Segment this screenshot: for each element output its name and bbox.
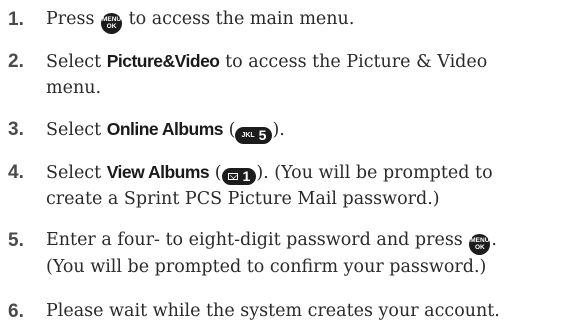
jkl-5-key-icon: JKL 5	[235, 127, 273, 144]
step-text-after: to access the Picture & Video	[219, 52, 488, 72]
step-text-before: Select	[46, 163, 107, 183]
menu-item-name: View Albums	[106, 162, 210, 182]
step-number: 5.	[8, 230, 24, 251]
step-text: Select Picture&Video to access the Pictu…	[46, 49, 561, 75]
step-text-after: ). (You will be prompted to	[256, 163, 493, 183]
step-number: 1.	[8, 9, 24, 30]
step-text: Select Online Albums (JKL 5).	[46, 119, 285, 144]
step-number: 3.	[8, 119, 24, 140]
step-text-before: Press	[46, 9, 101, 29]
step-number: 6.	[8, 301, 24, 322]
envelope-icon	[227, 173, 238, 180]
step-text: Select View Albums (1). (You will be pro…	[46, 162, 493, 185]
step-text-after: to access the main menu.	[123, 9, 355, 29]
step-text-before: Enter a four- to eight-digit password an…	[46, 230, 469, 250]
step-number: 4.	[8, 162, 24, 183]
step-text-line2: create a Sprint PCS Picture Mail passwor…	[46, 189, 440, 209]
step-text-before: Select	[46, 120, 107, 140]
step-text: Enter a four- to eight-digit password an…	[46, 228, 561, 255]
step-text-before: Select	[46, 52, 107, 72]
envelope-1-key-icon: 1	[221, 168, 257, 185]
step-text: Press MENU OK to access the main menu.	[46, 7, 561, 34]
step-text-line2: menu.	[46, 78, 102, 98]
step-number: 2.	[8, 51, 24, 72]
step-text: Please wait while the system creates you…	[46, 301, 500, 321]
menu-ok-key-icon: MENU OK	[469, 234, 491, 255]
step-text-after: .	[491, 230, 497, 250]
menu-item-name: Online Albums	[106, 119, 224, 139]
step-text-line2: (You will be prompted to confirm your pa…	[46, 257, 487, 277]
menu-item-name: Picture&Video	[106, 51, 220, 71]
menu-ok-key-icon: MENU OK	[101, 13, 123, 34]
